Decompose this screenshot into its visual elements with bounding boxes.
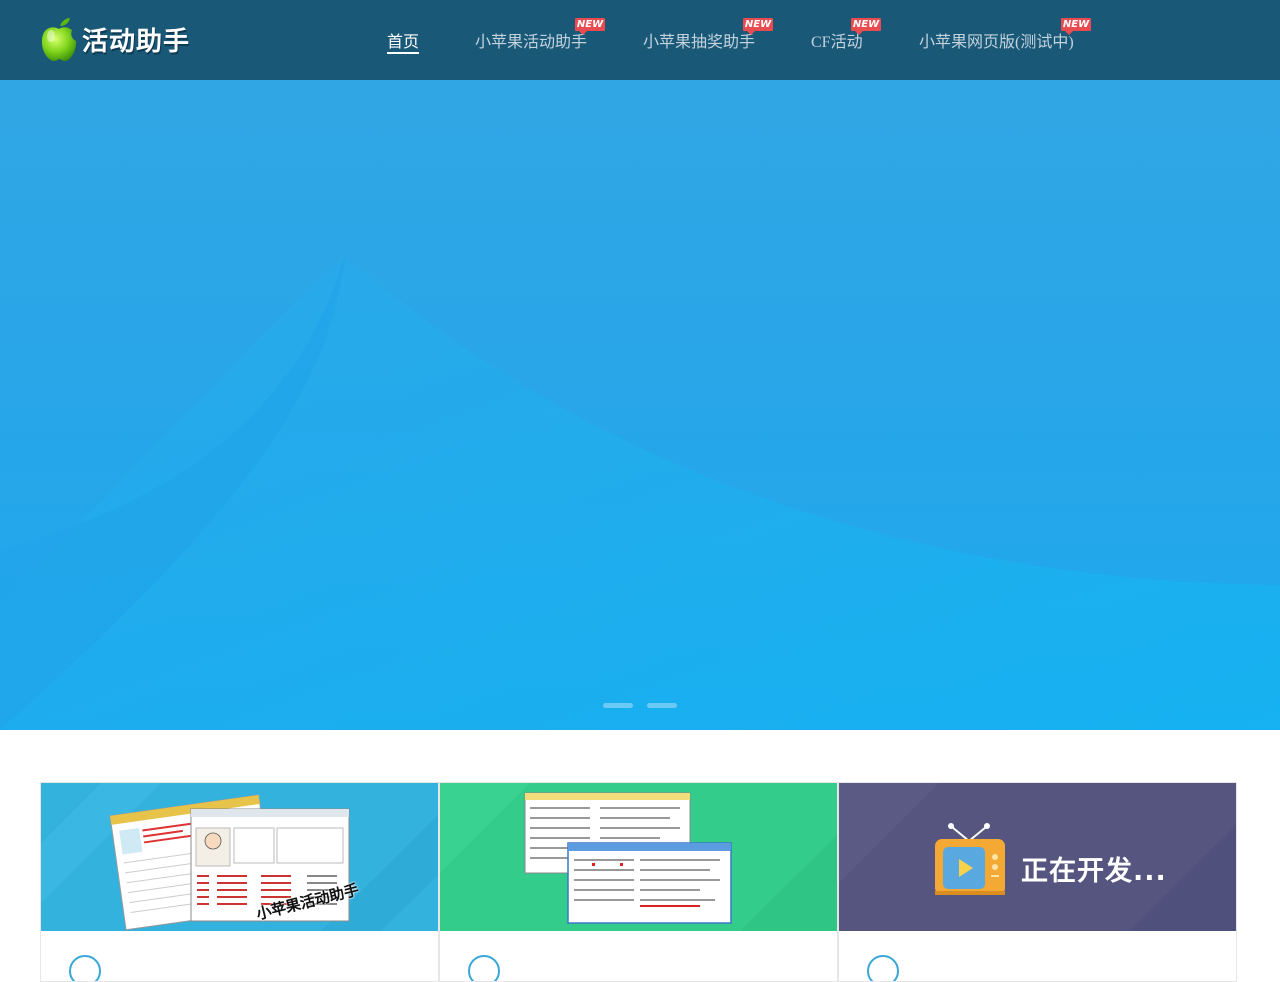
nav-item-home[interactable]: 首页 <box>387 28 420 56</box>
app-screenshot-icon <box>440 783 837 931</box>
hero-background <box>0 80 1280 730</box>
card-image[interactable] <box>440 783 837 931</box>
slider-dot-1[interactable] <box>603 703 633 708</box>
nav-item-lottery-helper[interactable]: 小苹果抽奖助手 NEW <box>643 18 773 56</box>
product-cards: 小苹果活动助手 正在开发... <box>40 782 1238 982</box>
card-image[interactable]: 小苹果活动助手 <box>41 783 438 931</box>
new-badge: NEW <box>743 18 773 35</box>
new-badge: NEW <box>575 18 605 35</box>
site-header: 活动助手 首页 小苹果活动助手 NEW 小苹果抽奖助手 NEW CF活动 NEW… <box>0 0 1280 80</box>
card-image[interactable]: 正在开发... <box>839 783 1236 931</box>
nav-item-cf-activity[interactable]: CF活动 NEW <box>811 18 881 56</box>
nav-label: 小苹果网页版(测试中) <box>919 34 1074 51</box>
app-screenshot-icon <box>41 783 438 931</box>
nav-item-web-version[interactable]: 小苹果网页版(测试中) NEW <box>919 18 1091 56</box>
nav-item-activity-helper[interactable]: 小苹果活动助手 NEW <box>475 18 605 56</box>
slider-dots <box>0 703 1280 711</box>
new-badge: NEW <box>1061 18 1091 35</box>
circle-icon <box>468 955 500 981</box>
card-in-development[interactable]: 正在开发... <box>838 782 1237 982</box>
slider-dot-2[interactable] <box>647 703 677 708</box>
new-badge: NEW <box>851 18 881 35</box>
circle-icon <box>867 955 899 981</box>
main-nav: 首页 小苹果活动助手 NEW 小苹果抽奖助手 NEW CF活动 NEW 小苹果网… <box>0 0 1280 80</box>
card-lottery-helper[interactable] <box>439 782 838 982</box>
circle-icon <box>69 955 101 981</box>
card-activity-helper[interactable]: 小苹果活动助手 <box>40 782 439 982</box>
hero-banner[interactable] <box>0 80 1280 730</box>
nav-label: CF活动 <box>811 34 863 51</box>
nav-label: 首页 <box>387 34 420 51</box>
nav-label: 小苹果活动助手 <box>475 34 588 51</box>
nav-label: 小苹果抽奖助手 <box>643 34 756 51</box>
card-title: 正在开发... <box>1021 856 1167 887</box>
